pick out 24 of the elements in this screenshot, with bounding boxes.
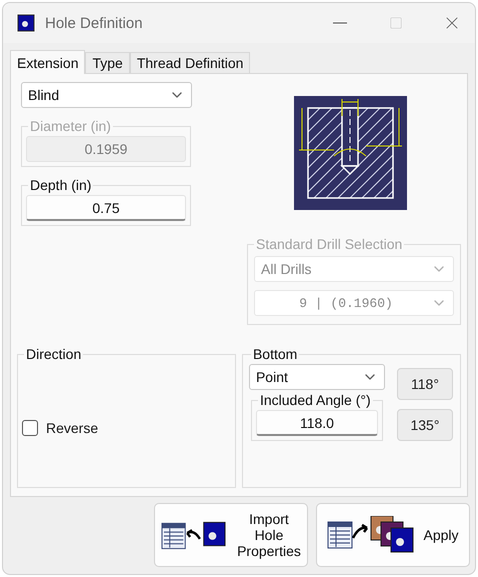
angle-preset-button[interactable]: 118° <box>396 368 453 400</box>
reverse-checkbox[interactable] <box>22 420 38 436</box>
tab[interactable]: Type <box>85 52 130 73</box>
app-icon <box>17 14 35 32</box>
direction-title: Direction <box>25 346 82 362</box>
apply-button[interactable]: Apply <box>316 502 470 566</box>
drill-selection-title: Standard Drill Selection <box>255 236 404 252</box>
minimize-icon <box>333 22 347 24</box>
angle-preset-button[interactable]: 135° <box>396 409 453 441</box>
included-angle-field[interactable]: 118.0 <box>256 410 378 436</box>
extension-dropdown[interactable]: Blind <box>21 82 192 108</box>
maximize-icon <box>389 16 403 30</box>
diameter-label: Diameter (in) <box>29 118 112 134</box>
import-button[interactable]: Import Hole Properties <box>154 502 308 566</box>
tab[interactable]: Thread Definition <box>130 52 250 73</box>
included-angle-label: Included Angle (°) <box>258 392 372 408</box>
window-title: Hole Definition <box>45 14 144 32</box>
depth-label: Depth (in) <box>29 177 92 193</box>
reverse-label: Reverse <box>46 420 98 436</box>
bottom-title: Bottom <box>252 346 298 362</box>
tab[interactable]: Extension <box>10 50 86 74</box>
depth-field[interactable]: 0.75 <box>26 195 186 221</box>
bottom-type-dropdown[interactable]: Point <box>248 364 385 390</box>
table-arrow-cubes-icon <box>327 516 416 554</box>
